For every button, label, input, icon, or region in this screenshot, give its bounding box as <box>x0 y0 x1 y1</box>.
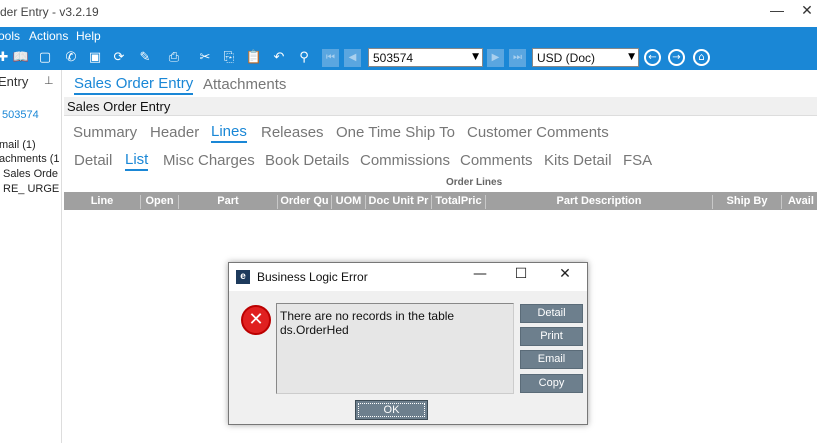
paste-icon[interactable]: 📋 <box>245 49 263 67</box>
back-icon[interactable]: ← <box>644 49 661 66</box>
title-bar: rder Entry - v3.2.19 — ✕ <box>0 0 817 27</box>
tab-label: Lines <box>211 123 247 140</box>
first-record-icon[interactable]: ⏮ <box>322 49 339 67</box>
dialog-title-bar: e Business Logic Error — ☐ ✕ <box>229 263 587 291</box>
column-header-ship-by[interactable]: Ship By <box>713 195 782 209</box>
column-header-part-description[interactable]: Part Description <box>486 195 713 209</box>
error-message-line2: ds.OrderHed <box>280 323 349 337</box>
dialog-maximize-button[interactable]: ☐ <box>510 266 532 282</box>
tab-customer-comments[interactable]: Customer Comments <box>467 124 609 141</box>
error-message-line1: There are no records in the table <box>280 309 455 323</box>
column-header-order-qty[interactable]: Order Qu <box>278 195 332 209</box>
tree-item-re-urge[interactable]: RE_ URGE <box>3 183 59 195</box>
close-window-button[interactable]: ✕ <box>795 2 817 19</box>
app-logo-icon: e <box>236 270 250 284</box>
tab-kits-detail[interactable]: Kits Detail <box>544 152 612 169</box>
tab-lines[interactable]: Lines <box>211 123 247 143</box>
tab-releases[interactable]: Releases <box>261 124 324 141</box>
minimize-button[interactable]: — <box>765 2 789 18</box>
previous-record-icon[interactable]: ◀ <box>344 49 361 67</box>
new-icon[interactable]: ✚ <box>0 49 12 67</box>
tab-commissions[interactable]: Commissions <box>360 152 450 169</box>
tab-one-time-ship-to[interactable]: One Time Ship To <box>336 124 455 141</box>
currency-value: USD (Doc) <box>537 51 596 65</box>
chevron-down-icon: ▼ <box>472 52 479 62</box>
order-number-combo[interactable]: 503574 ▼ <box>368 48 483 67</box>
column-header-avail[interactable]: Avail <box>782 195 817 209</box>
dialog-close-button[interactable]: ✕ <box>554 266 576 282</box>
tab-comments[interactable]: Comments <box>460 152 533 169</box>
column-header-part[interactable]: Part <box>179 195 278 209</box>
tree-item-attachments[interactable]: achments (1 <box>0 153 60 165</box>
tab-attachments[interactable]: Attachments <box>203 76 286 93</box>
copy-icon[interactable]: ⎘ <box>220 49 238 67</box>
dialog-title: Business Logic Error <box>257 270 368 284</box>
tab-summary[interactable]: Summary <box>73 124 137 141</box>
print-button[interactable]: Print <box>520 327 583 346</box>
business-logic-error-dialog: e Business Logic Error — ☐ ✕ ✕ There are… <box>228 262 588 425</box>
save-as-icon[interactable]: ▣ <box>86 49 104 67</box>
last-record-icon[interactable]: ⏭ <box>509 49 526 67</box>
menu-help[interactable]: Help <box>76 29 101 43</box>
clear-icon[interactable]: ✎ <box>136 49 154 67</box>
toolbar: ✚ 📖 ▢ ✆ ▣ ⟳ ✎ ⎙ ✂ ⎘ 📋 ↶ ⚲ ⏮ ◀ 503574 ▼ ▶… <box>0 46 817 70</box>
window-title: rder Entry - v3.2.19 <box>0 5 99 19</box>
dialog-minimize-button[interactable]: — <box>469 266 491 282</box>
save-icon[interactable]: ▢ <box>36 49 54 67</box>
refresh-icon[interactable]: ⟳ <box>110 49 128 67</box>
tab-header[interactable]: Header <box>150 124 199 141</box>
currency-combo[interactable]: USD (Doc) ▼ <box>532 48 639 67</box>
tab-list[interactable]: List <box>125 151 149 171</box>
column-header-line[interactable]: Line <box>64 195 141 209</box>
grid-header: Line Open Part Order Qu UOM Doc Unit Pr … <box>64 192 817 210</box>
tab-underline <box>74 93 194 95</box>
menu-bar: ools Actions Help <box>0 27 817 46</box>
tab-underline <box>125 169 149 171</box>
pin-icon[interactable]: ⊥ <box>44 74 54 87</box>
email-button[interactable]: Email <box>520 350 583 369</box>
tree-pane: Entry ⊥ 503574 mail (1) achments (1 Sale… <box>0 70 62 443</box>
tree-item-order[interactable]: 503574 <box>2 109 39 121</box>
tab-book-details[interactable]: Book Details <box>265 152 349 169</box>
menu-tools[interactable]: ools <box>0 29 20 43</box>
binoculars-icon[interactable]: ⚲ <box>295 49 313 67</box>
tab-misc-charges[interactable]: Misc Charges <box>163 152 255 169</box>
cut-icon[interactable]: ✂ <box>196 49 214 67</box>
grid-title: Order Lines <box>446 177 503 188</box>
detail-button[interactable]: Detail <box>520 304 583 323</box>
column-header-open[interactable]: Open <box>141 195 179 209</box>
error-icon: ✕ <box>241 305 271 335</box>
column-header-uom[interactable]: UOM <box>332 195 366 209</box>
tree-item-email[interactable]: mail (1) <box>0 139 36 151</box>
open-book-icon[interactable]: 📖 <box>12 49 30 67</box>
home-icon[interactable]: ⌂ <box>693 49 710 66</box>
next-record-icon[interactable]: ▶ <box>487 49 504 67</box>
ok-button[interactable]: OK <box>355 400 428 420</box>
tab-label: List <box>125 151 149 168</box>
chevron-down-icon: ▼ <box>628 52 635 62</box>
forward-icon[interactable]: → <box>668 49 685 66</box>
undo-icon[interactable]: ↶ <box>270 49 288 67</box>
error-message-box: There are no records in the table ds.Ord… <box>276 303 514 394</box>
order-number-value: 503574 <box>373 51 414 65</box>
column-header-doc-unit-price[interactable]: Doc Unit Pr <box>366 195 432 209</box>
phone-icon[interactable]: ✆ <box>62 49 80 67</box>
section-header: Sales Order Entry <box>64 97 817 116</box>
tab-fsa[interactable]: FSA <box>623 152 652 169</box>
tree-pane-title: Entry <box>0 74 29 89</box>
column-header-total-price[interactable]: TotalPric <box>432 195 486 209</box>
tree-item-sales-order[interactable]: Sales Orde <box>3 168 58 180</box>
menu-actions[interactable]: Actions <box>29 29 68 43</box>
tab-label: Sales Order Entry <box>74 75 194 92</box>
tab-underline <box>211 141 247 143</box>
print-icon[interactable]: ⎙ <box>165 49 183 67</box>
tab-detail[interactable]: Detail <box>74 152 112 169</box>
section-title: Sales Order Entry <box>67 99 171 114</box>
tab-sales-order-entry[interactable]: Sales Order Entry <box>74 75 194 95</box>
copy-button[interactable]: Copy <box>520 374 583 393</box>
